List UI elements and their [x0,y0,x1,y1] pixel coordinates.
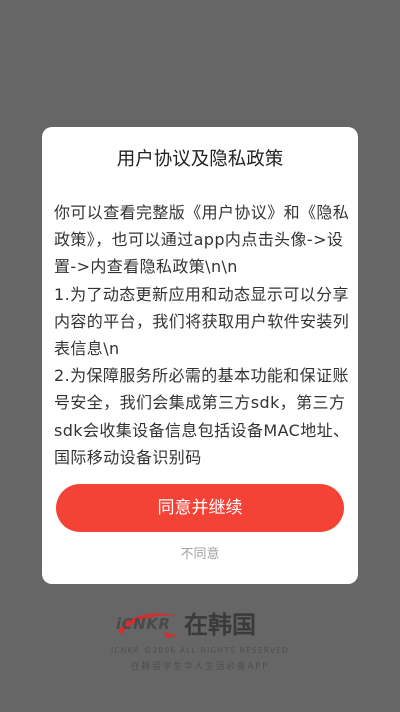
brand-logo: iCNKR 在韩国 [116,608,256,642]
paragraph-intro: 你可以查看完整版《用户协议》和《隐私政策》，也可以通过app内点击头像->设置-… [54,203,350,277]
brand-footer: iCNKR 在韩国 ICNKR ©2006 ALL RIGHTS RESERVE… [0,608,400,678]
brand-logo-text: iCNKR [116,615,171,633]
dialog-title: 用户协议及隐私政策 [116,149,284,170]
brand-name: 在韩国 [184,611,256,639]
brand-slogan: 在韩留学生华人生活必备APP [130,662,270,672]
privacy-dialog: 用户协议及隐私政策 你可以查看完整版《用户协议》和《隐私政策》，也可以通过app… [42,127,358,584]
brand-mark-icon: iCNKR [116,610,180,640]
paragraph-1: 1.为了动态更新应用和动态显示可以分享内容的平台，我们将获取用户软件安装列表信息… [54,284,350,359]
paragraph-2: 2.为保障服务所必需的基本功能和保证账号安全，我们会集成第三方sdk，第三方sd… [54,366,350,467]
agree-button[interactable]: 同意并继续 [56,484,344,532]
disagree-button[interactable]: 不同意 [42,545,358,565]
dialog-body[interactable]: 你可以查看完整版《用户协议》和《隐私政策》，也可以通过app内点击头像->设置-… [54,199,350,479]
brand-copyright: ICNKR ©2006 ALL RIGHTS RESERVED [110,646,290,655]
